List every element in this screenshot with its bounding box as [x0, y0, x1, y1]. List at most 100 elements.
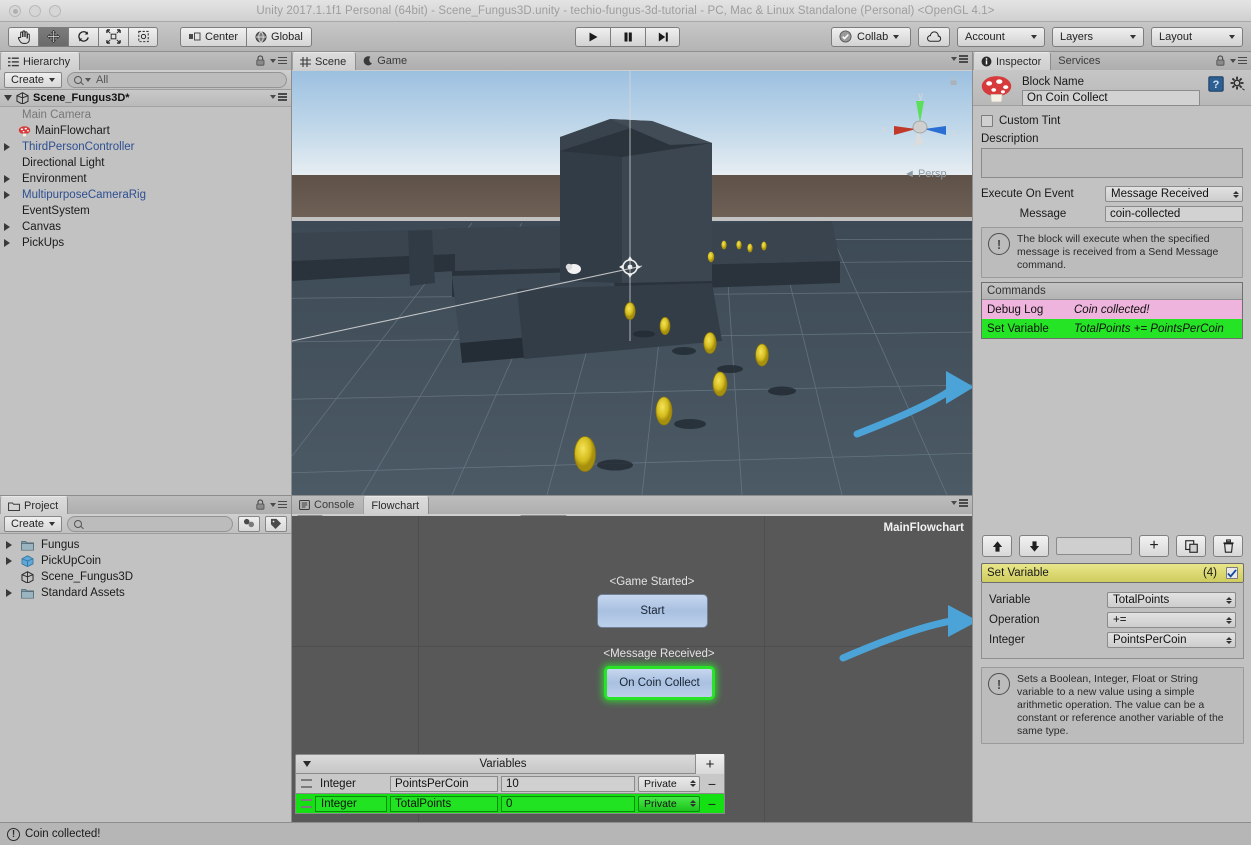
expand-arrow-icon[interactable] — [5, 589, 12, 597]
hierarchy-item-eventsystem[interactable]: EventSystem — [0, 203, 291, 219]
hierarchy-item-mainflowchart[interactable]: MainFlowchart — [0, 123, 291, 139]
command-field-dropdown[interactable]: += — [1107, 612, 1236, 628]
status-bar[interactable]: ! Coin collected! — [0, 822, 1251, 845]
cloud-button[interactable] — [918, 26, 950, 47]
move-tool-icon[interactable] — [38, 26, 68, 47]
command-search-input[interactable] — [1056, 537, 1132, 555]
lock-icon[interactable] — [1216, 55, 1225, 66]
layout-button[interactable]: Layout — [1151, 26, 1243, 47]
move-command-up-button[interactable] — [982, 535, 1012, 557]
pivot-mode-button[interactable]: Center — [180, 26, 247, 47]
project-search-input[interactable] — [67, 515, 233, 532]
tab-scene[interactable]: Scene — [292, 52, 357, 70]
gear-icon[interactable] — [1230, 76, 1245, 91]
tab-console[interactable]: Console — [292, 496, 363, 514]
account-button[interactable]: Account — [957, 26, 1045, 47]
flowchart-menu-icon[interactable] — [951, 499, 968, 507]
project-item-pickupcoin[interactable]: PickUpCoin — [0, 553, 291, 569]
delete-command-button[interactable] — [1213, 535, 1243, 557]
variable-scope-dropdown[interactable]: Private — [638, 775, 700, 792]
variable-value-input[interactable]: 0 — [501, 795, 635, 812]
hierarchy-item-directional-light[interactable]: Directional Light — [0, 155, 291, 171]
rect-tool-icon[interactable] — [128, 26, 158, 47]
variable-scope-dropdown[interactable]: Private — [638, 795, 700, 812]
hierarchy-search-input[interactable]: All — [67, 71, 287, 88]
drag-handle-icon[interactable] — [301, 779, 312, 788]
hierarchy-item-main-camera[interactable]: Main Camera — [0, 107, 291, 123]
tab-services[interactable]: Services — [1051, 52, 1109, 70]
scale-tool-icon[interactable] — [98, 26, 128, 47]
variable-name-input[interactable]: PointsPerCoin — [390, 775, 498, 792]
add-command-button[interactable]: + — [1139, 535, 1169, 557]
command-row[interactable]: Set Variable TotalPoints += PointsPerCoin — [982, 319, 1242, 338]
pause-button[interactable] — [610, 26, 645, 47]
expand-arrow-icon[interactable] — [4, 223, 10, 231]
layers-button[interactable]: Layers — [1052, 26, 1144, 47]
duplicate-command-button[interactable] — [1176, 535, 1206, 557]
flowchart-node-start[interactable]: Start — [597, 594, 708, 628]
help-book-icon[interactable]: ? — [1208, 76, 1224, 92]
variables-add-button[interactable]: + — [695, 754, 724, 774]
custom-tint-checkbox[interactable] — [981, 115, 993, 127]
play-button[interactable] — [575, 26, 610, 47]
scene-menu-icon[interactable] — [951, 55, 968, 63]
hierarchy-item-multipurposecamerarig[interactable]: MultipurposeCameraRig — [0, 187, 291, 203]
expand-arrow-icon[interactable] — [4, 143, 10, 151]
variable-remove-button[interactable]: − — [703, 776, 721, 792]
variable-remove-button[interactable]: − — [703, 796, 721, 812]
project-menu-icon[interactable] — [270, 500, 287, 509]
variable-row[interactable]: Integer TotalPoints 0 Private − — [295, 794, 725, 814]
step-button[interactable] — [645, 26, 680, 47]
variable-name-input[interactable]: TotalPoints — [390, 795, 498, 812]
hierarchy-scene-root[interactable]: Scene_Fungus3D* — [0, 90, 291, 107]
project-filter-label-button[interactable] — [265, 515, 287, 532]
expand-arrow-icon[interactable] — [4, 175, 10, 183]
hierarchy-item-thirdpersoncontroller[interactable]: ThirdPersonController — [0, 139, 291, 155]
command-row[interactable]: Debug Log Coin collected! — [982, 300, 1242, 319]
expand-arrow-icon[interactable] — [5, 557, 12, 565]
scene-context-menu-icon[interactable] — [270, 93, 287, 101]
command-field-dropdown[interactable]: TotalPoints — [1107, 592, 1236, 608]
collab-button[interactable]: Collab — [831, 26, 911, 47]
hierarchy-item-environment[interactable]: Environment — [0, 171, 291, 187]
block-name-input[interactable]: On Coin Collect — [1022, 90, 1200, 106]
flowchart-node-on-coin-collect[interactable]: On Coin Collect — [604, 666, 715, 700]
move-command-down-button[interactable] — [1019, 535, 1049, 557]
hierarchy-item-pickups[interactable]: PickUps — [0, 235, 291, 251]
drag-handle-icon[interactable] — [301, 799, 312, 808]
project-item-scene-fungus3d[interactable]: Scene_Fungus3D — [0, 569, 291, 585]
project-filter-type-button[interactable] — [238, 515, 260, 532]
tab-project[interactable]: Project — [0, 496, 69, 514]
info-circle-icon: ! — [988, 673, 1010, 695]
expand-arrow-icon[interactable] — [4, 239, 10, 247]
message-input[interactable]: coin-collected — [1105, 206, 1243, 222]
command-field-dropdown[interactable]: PointsPerCoin — [1107, 632, 1236, 648]
hierarchy-create-button[interactable]: Create — [4, 71, 63, 88]
execute-on-event-dropdown[interactable]: Message Received — [1105, 186, 1243, 202]
lock-icon[interactable] — [256, 499, 265, 510]
variables-collapse-icon[interactable] — [303, 761, 311, 767]
expand-arrow-icon[interactable] — [5, 541, 12, 549]
hierarchy-menu-icon[interactable] — [270, 56, 287, 65]
variable-row[interactable]: Integer PointsPerCoin 10 Private − — [295, 774, 725, 794]
rotate-tool-icon[interactable] — [68, 26, 98, 47]
scene-viewport[interactable]: ◄ Persp y x z — [292, 71, 972, 495]
variable-value-input[interactable]: 10 — [501, 775, 635, 792]
tab-game[interactable]: Game — [356, 52, 416, 70]
scene-collapse-icon[interactable] — [4, 95, 12, 101]
description-textarea[interactable] — [981, 148, 1243, 178]
tab-hierarchy[interactable]: Hierarchy — [0, 52, 81, 70]
space-mode-button[interactable]: Global — [246, 26, 312, 47]
command-title-bar[interactable]: Set Variable (4) — [981, 563, 1244, 583]
hierarchy-item-canvas[interactable]: Canvas — [0, 219, 291, 235]
inspector-menu-icon[interactable] — [1230, 56, 1247, 65]
lock-icon[interactable] — [256, 55, 265, 66]
tab-inspector[interactable]: Inspector — [973, 52, 1052, 70]
project-item-standard-assets[interactable]: Standard Assets — [0, 585, 291, 601]
hand-tool-icon[interactable] — [8, 26, 38, 47]
expand-arrow-icon[interactable] — [4, 191, 10, 199]
project-create-button[interactable]: Create — [4, 515, 63, 532]
command-enabled-checkbox[interactable] — [1226, 567, 1238, 579]
project-item-fungus[interactable]: Fungus — [0, 537, 291, 553]
tab-flowchart[interactable]: Flowchart — [363, 496, 430, 514]
